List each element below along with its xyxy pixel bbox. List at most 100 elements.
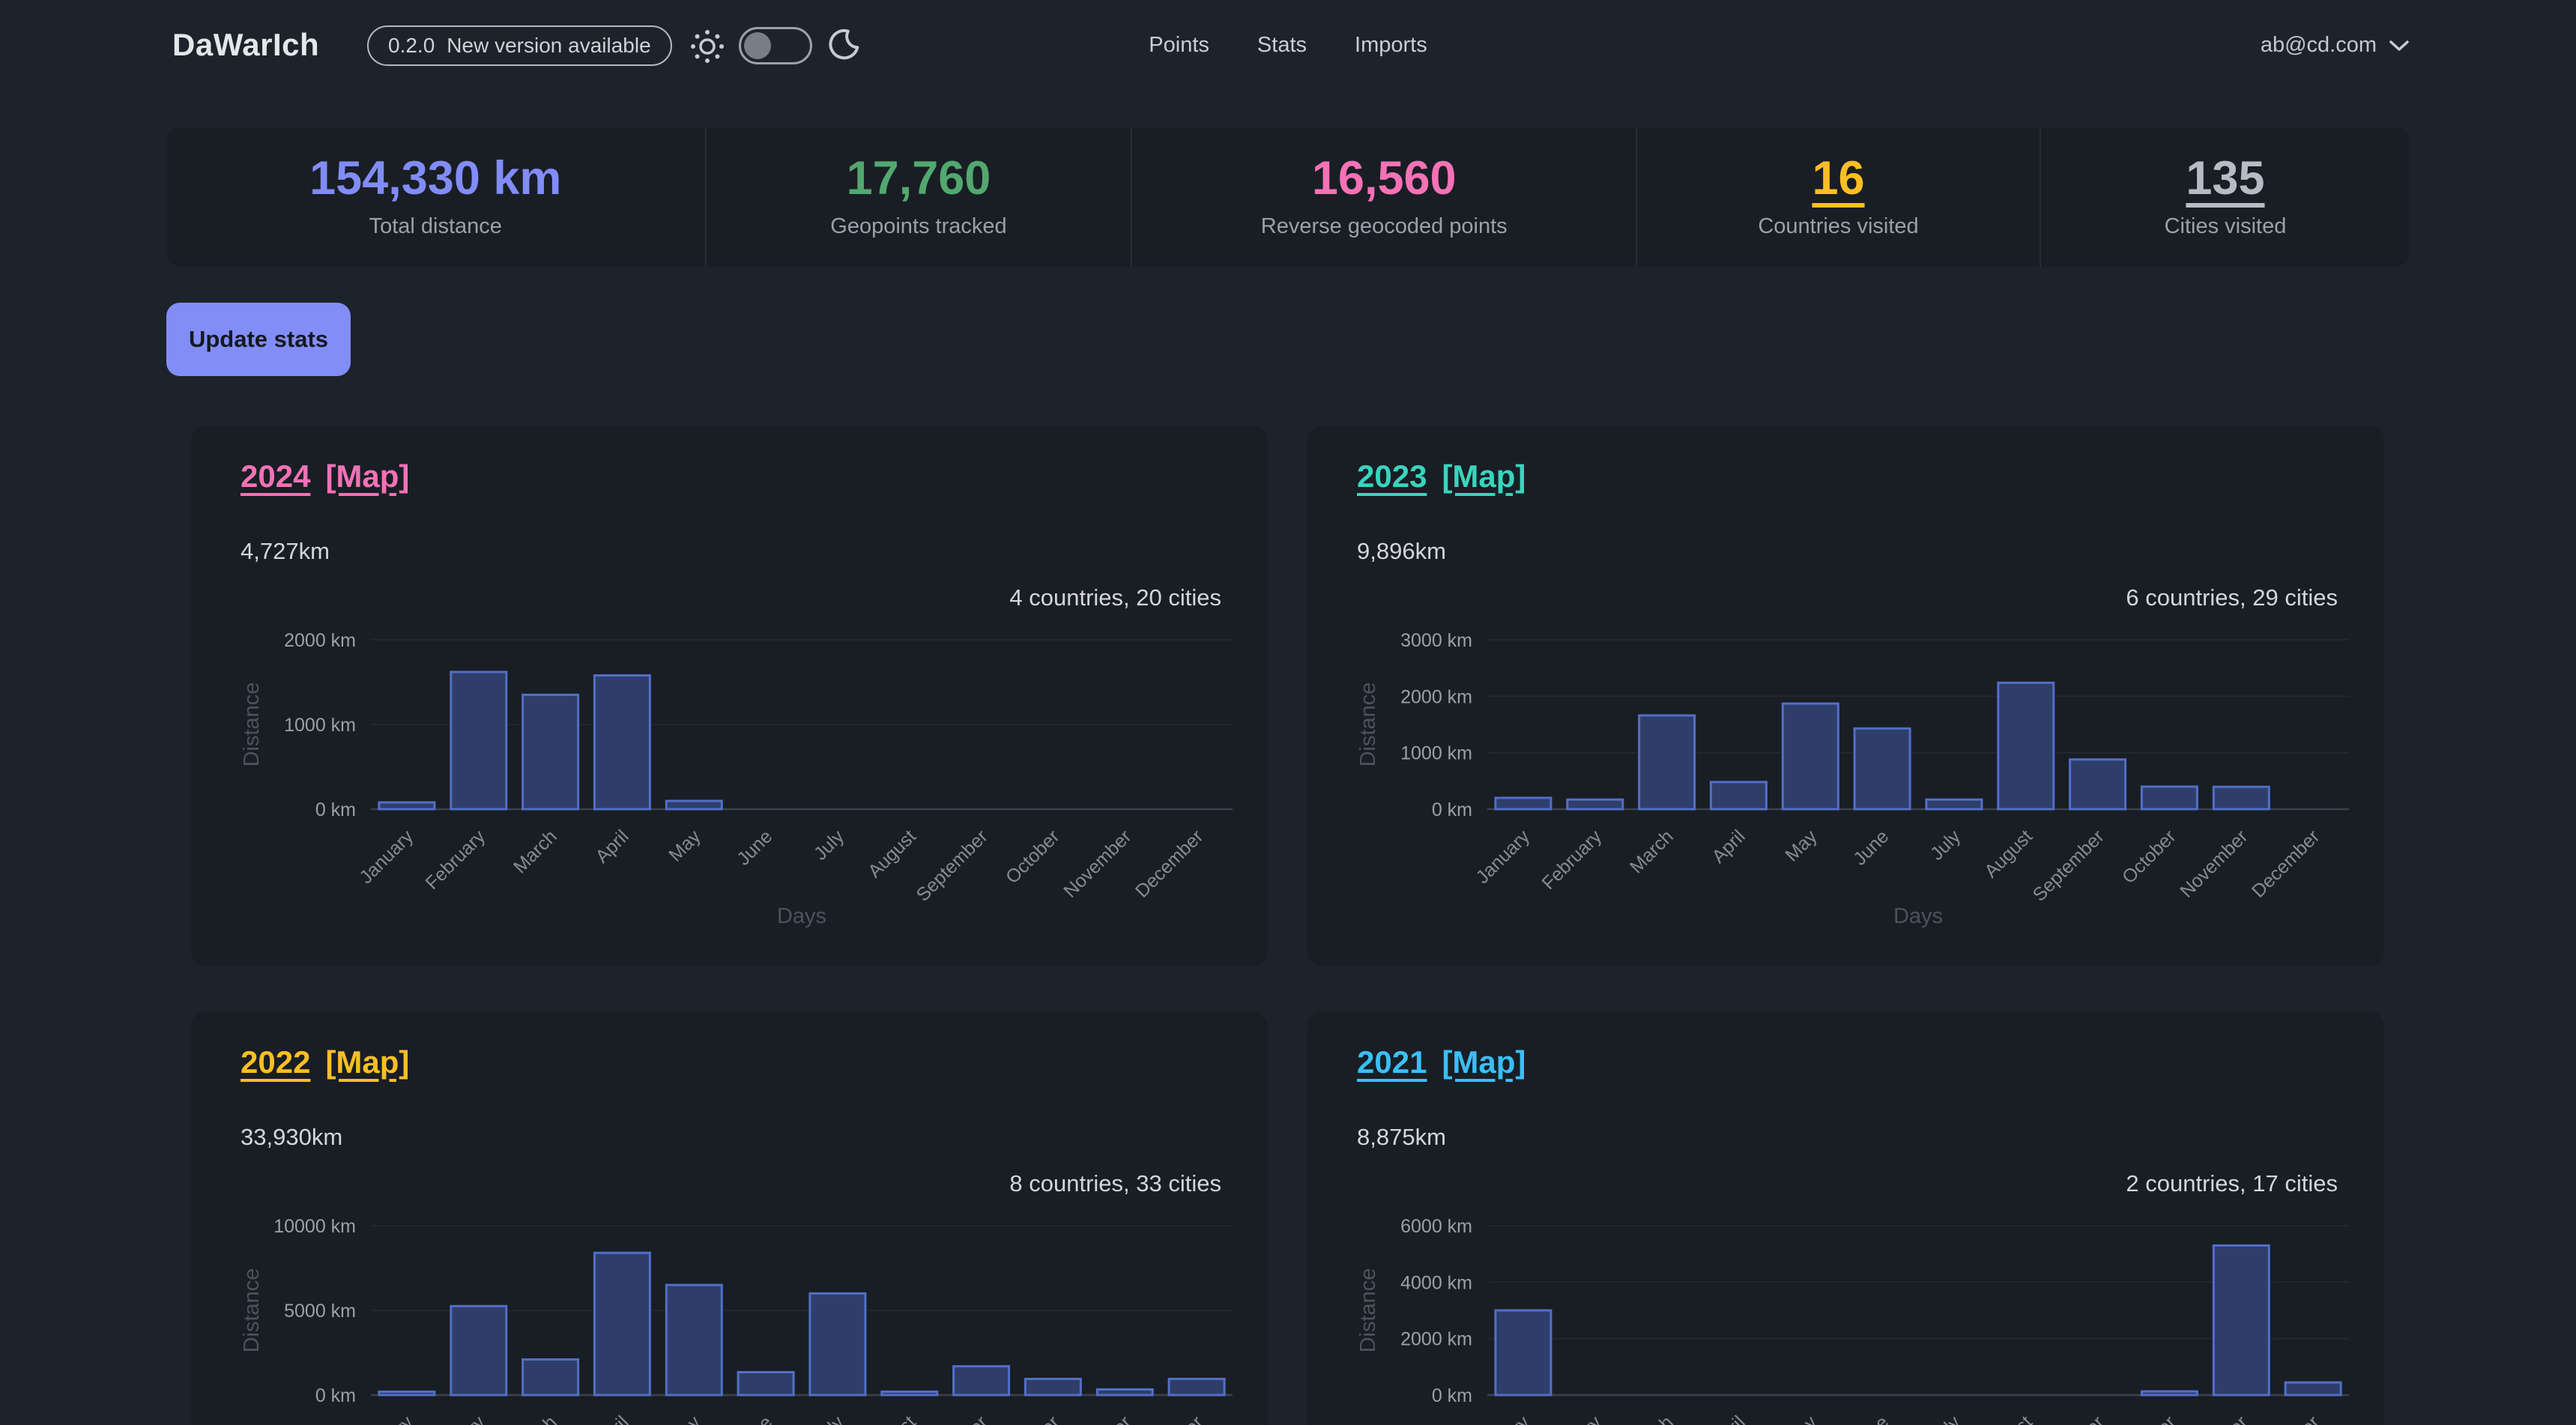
svg-text:0 km: 0 km bbox=[315, 799, 356, 820]
svg-text:March: March bbox=[510, 826, 561, 877]
update-stats-button[interactable]: Update stats bbox=[166, 303, 351, 376]
svg-text:Days: Days bbox=[1893, 904, 1943, 928]
stat-total-distance-label: Total distance bbox=[369, 214, 502, 239]
svg-text:August: August bbox=[864, 1412, 920, 1425]
map-link[interactable]: [Map] bbox=[325, 459, 409, 494]
svg-text:April: April bbox=[591, 1412, 632, 1425]
svg-text:November: November bbox=[1059, 826, 1135, 901]
stat-total-distance-value: 154,330 km bbox=[309, 155, 561, 202]
year-summary: 6 countries, 29 cities bbox=[2126, 584, 2338, 611]
user-menu[interactable]: ab@cd.com bbox=[2261, 33, 2410, 58]
nav-imports[interactable]: Imports bbox=[1355, 33, 1427, 58]
svg-text:November: November bbox=[2176, 1412, 2252, 1425]
svg-text:June: June bbox=[733, 1412, 776, 1425]
map-link[interactable]: [Map] bbox=[325, 1044, 409, 1080]
svg-text:2000 km: 2000 km bbox=[1400, 1329, 1472, 1350]
svg-text:March: March bbox=[1626, 1412, 1678, 1425]
year-distance: 4,727km bbox=[241, 538, 330, 565]
year-summary: 4 countries, 20 cities bbox=[1009, 584, 1221, 611]
svg-text:Days: Days bbox=[777, 904, 826, 928]
svg-text:October: October bbox=[2118, 826, 2180, 888]
nav-points[interactable]: Points bbox=[1149, 33, 1209, 58]
stat-countries-label: Countries visited bbox=[1758, 214, 1918, 239]
svg-text:Distance: Distance bbox=[240, 1268, 264, 1353]
svg-text:December: December bbox=[2248, 1412, 2323, 1425]
year-card-title: 2024 [Map] bbox=[241, 459, 409, 494]
map-link[interactable]: [Map] bbox=[1442, 459, 1526, 494]
svg-text:September: September bbox=[913, 826, 992, 905]
year-bar-chart: 6000 km4000 km2000 km0 kmJanuaryFebruary… bbox=[1328, 1196, 2362, 1425]
svg-text:January: January bbox=[1472, 1412, 1534, 1425]
svg-text:August: August bbox=[1980, 826, 2037, 882]
stat-geopoints-value: 17,760 bbox=[847, 155, 991, 202]
theme-toggle-knob bbox=[744, 32, 771, 59]
stat-cities: 135 Cities visited bbox=[2040, 127, 2410, 267]
user-email: ab@cd.com bbox=[2261, 33, 2377, 58]
year-bar-chart: 2000 km1000 km0 kmJanuaryFebruaryMarchAp… bbox=[212, 610, 1246, 947]
year-summary: 2 countries, 17 cities bbox=[2126, 1170, 2338, 1197]
map-link[interactable]: [Map] bbox=[1442, 1044, 1526, 1080]
svg-text:April: April bbox=[591, 826, 632, 867]
stat-total-distance: 154,330 km Total distance bbox=[166, 127, 705, 267]
svg-text:2000 km: 2000 km bbox=[284, 630, 356, 651]
stat-countries: 16 Countries visited bbox=[1636, 127, 2040, 267]
svg-text:August: August bbox=[1980, 1412, 2037, 1425]
year-link[interactable]: 2023 bbox=[1357, 459, 1427, 494]
svg-text:December: December bbox=[2248, 826, 2323, 901]
main-nav: Points Stats Imports bbox=[1149, 33, 1427, 58]
year-distance: 33,930km bbox=[241, 1124, 342, 1151]
stat-countries-value-link[interactable]: 16 bbox=[1812, 155, 1864, 202]
svg-text:July: July bbox=[810, 1412, 849, 1425]
sun-icon bbox=[688, 27, 727, 70]
stat-reverse-geocoded-label: Reverse geocoded points bbox=[1261, 214, 1508, 239]
svg-text:10000 km: 10000 km bbox=[273, 1216, 356, 1237]
svg-text:September: September bbox=[913, 1412, 992, 1425]
version-number: 0.2.0 bbox=[388, 34, 435, 58]
svg-text:June: June bbox=[733, 826, 776, 869]
year-card-title: 2021 [Map] bbox=[1357, 1044, 1526, 1080]
chevron-down-icon bbox=[2389, 39, 2410, 52]
year-card-title: 2023 [Map] bbox=[1357, 459, 1526, 494]
year-card-2024: 2024 [Map] 4,727km 4 countries, 20 citie… bbox=[191, 426, 1268, 966]
svg-text:September: September bbox=[2029, 826, 2108, 905]
svg-text:2000 km: 2000 km bbox=[1400, 686, 1472, 707]
svg-text:Distance: Distance bbox=[240, 683, 264, 767]
svg-text:July: July bbox=[1926, 1412, 1965, 1425]
svg-text:Distance: Distance bbox=[1356, 683, 1380, 767]
svg-text:January: January bbox=[1472, 826, 1534, 888]
year-link[interactable]: 2021 bbox=[1357, 1044, 1427, 1080]
svg-text:0 km: 0 km bbox=[1432, 799, 1472, 820]
svg-text:1000 km: 1000 km bbox=[284, 715, 356, 736]
svg-text:May: May bbox=[665, 826, 705, 866]
year-link[interactable]: 2022 bbox=[241, 1044, 310, 1080]
svg-text:July: July bbox=[810, 826, 849, 865]
svg-text:November: November bbox=[1059, 1412, 1135, 1425]
nav-stats[interactable]: Stats bbox=[1257, 33, 1307, 58]
svg-text:March: March bbox=[510, 1412, 561, 1425]
year-card-2023: 2023 [Map] 9,896km 6 countries, 29 citie… bbox=[1307, 426, 2384, 966]
year-distance: 8,875km bbox=[1357, 1124, 1446, 1151]
svg-text:June: June bbox=[1849, 826, 1893, 869]
svg-text:November: November bbox=[2176, 826, 2252, 901]
app-logo[interactable]: DaWarIch bbox=[172, 27, 319, 63]
svg-text:0 km: 0 km bbox=[1432, 1385, 1472, 1406]
svg-text:March: March bbox=[1626, 826, 1678, 877]
theme-toggle[interactable] bbox=[739, 27, 812, 64]
stat-cities-value-link[interactable]: 135 bbox=[2186, 155, 2264, 202]
version-badge[interactable]: 0.2.0 New version available bbox=[367, 25, 672, 66]
stat-geopoints: 17,760 Geopoints tracked bbox=[705, 127, 1131, 267]
svg-text:January: January bbox=[355, 1412, 417, 1425]
year-link[interactable]: 2024 bbox=[241, 459, 310, 494]
svg-text:February: February bbox=[421, 826, 489, 894]
year-bar-chart: 3000 km2000 km1000 km0 kmJanuaryFebruary… bbox=[1328, 610, 2362, 947]
stat-cities-label: Cities visited bbox=[2165, 214, 2287, 239]
year-card-2021: 2021 [Map] 8,875km 2 countries, 17 citie… bbox=[1307, 1011, 2384, 1425]
year-summary: 8 countries, 33 cities bbox=[1009, 1170, 1221, 1197]
year-distance: 9,896km bbox=[1357, 538, 1446, 565]
svg-text:April: April bbox=[1708, 826, 1749, 867]
svg-text:July: July bbox=[1926, 826, 1965, 865]
svg-text:February: February bbox=[421, 1412, 489, 1425]
svg-text:September: September bbox=[2029, 1412, 2108, 1425]
svg-text:August: August bbox=[864, 826, 920, 882]
svg-text:6000 km: 6000 km bbox=[1400, 1216, 1472, 1237]
